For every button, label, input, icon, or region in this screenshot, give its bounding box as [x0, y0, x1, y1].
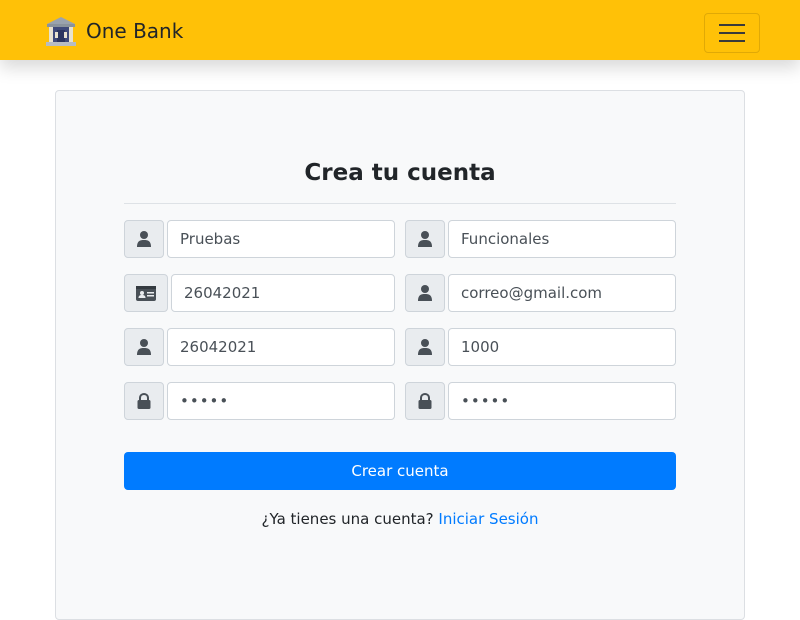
brand-name: One Bank [86, 19, 184, 43]
password-addon [124, 382, 164, 420]
confirm-password-group [405, 382, 676, 420]
brand[interactable]: One Bank [44, 14, 183, 48]
field6-group [405, 328, 676, 366]
confirm-password-addon [405, 382, 445, 420]
id-card-icon [136, 285, 156, 301]
first-name-input[interactable] [167, 220, 395, 258]
last-name-group [405, 220, 676, 258]
page-title: Crea tu cuenta [304, 160, 496, 186]
login-prompt-text: ¿Ya tienes una cuenta? [261, 510, 434, 528]
bank-building-icon [44, 14, 78, 48]
create-account-button[interactable]: Crear cuenta [124, 452, 676, 490]
first-name-group [124, 220, 395, 258]
id-number-input[interactable] [171, 274, 395, 312]
lock-icon [137, 393, 151, 409]
lock-icon [418, 393, 432, 409]
password-input[interactable] [167, 382, 395, 420]
last-name-addon [405, 220, 445, 258]
user-icon [418, 231, 432, 247]
user-icon [418, 339, 432, 355]
field5-addon [124, 328, 164, 366]
confirm-password-input[interactable] [448, 382, 676, 420]
password-group [124, 382, 395, 420]
first-name-addon [124, 220, 164, 258]
hamburger-menu-icon [719, 23, 745, 43]
last-name-input[interactable] [448, 220, 676, 258]
login-prompt-line: ¿Ya tienes una cuenta? Iniciar Sesión [0, 510, 800, 528]
menu-toggle-button[interactable] [704, 13, 760, 53]
field6-addon [405, 328, 445, 366]
field6-input[interactable] [448, 328, 676, 366]
title-divider [124, 203, 676, 204]
id-number-group [124, 274, 395, 312]
field5-group [124, 328, 395, 366]
user-icon [137, 231, 151, 247]
email-addon [405, 274, 445, 312]
email-input[interactable] [448, 274, 676, 312]
user-icon [137, 339, 151, 355]
id-number-addon [124, 274, 168, 312]
login-link[interactable]: Iniciar Sesión [438, 510, 538, 528]
field5-input[interactable] [167, 328, 395, 366]
navbar: One Bank [0, 0, 800, 60]
email-group [405, 274, 676, 312]
user-icon [418, 285, 432, 301]
